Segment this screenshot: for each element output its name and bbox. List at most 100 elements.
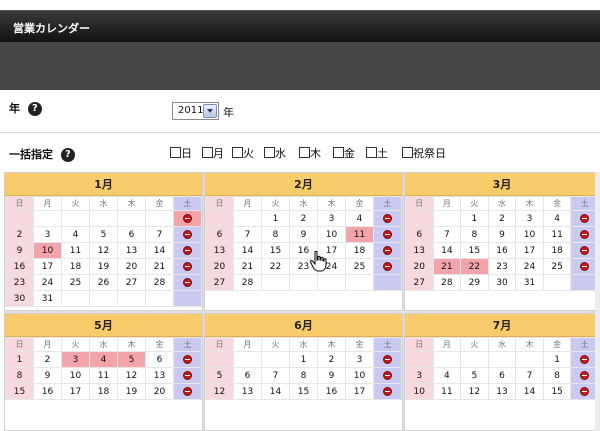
calendar-day[interactable]: 26 (89, 274, 118, 291)
calendar-day[interactable]: 6 (487, 367, 517, 384)
bulk-day-checkbox[interactable]: 祝祭日 (402, 145, 446, 161)
calendar-day[interactable]: 5 (205, 367, 234, 384)
calendar-day[interactable] (373, 367, 402, 384)
calendar-day[interactable]: 1 (542, 351, 572, 368)
calendar-day[interactable]: 12 (460, 383, 489, 400)
calendar-day[interactable]: 10 (515, 226, 544, 243)
calendar-day[interactable]: 13 (233, 383, 262, 400)
calendar-day[interactable]: 11 (432, 383, 462, 400)
calendar-day[interactable]: 14 (515, 383, 544, 400)
calendar-day[interactable]: 2 (317, 351, 346, 368)
calendar-day[interactable] (373, 351, 402, 368)
calendar-day[interactable]: 15 (542, 383, 572, 400)
calendar-day[interactable]: 17 (33, 258, 62, 275)
calendar-day[interactable] (173, 242, 202, 259)
checkbox[interactable] (202, 147, 213, 158)
calendar-day[interactable]: 20 (205, 258, 234, 275)
calendar-day[interactable]: 9 (289, 226, 318, 243)
calendar-day[interactable]: 13 (405, 242, 434, 259)
checkbox[interactable] (232, 147, 243, 158)
calendar-day[interactable]: 3 (405, 367, 434, 384)
bulk-day-checkbox[interactable]: 月 (202, 145, 224, 161)
calendar-day[interactable] (373, 383, 402, 400)
calendar-day[interactable]: 15 (261, 242, 290, 259)
calendar-day[interactable]: 14 (145, 242, 174, 259)
calendar-day[interactable]: 5 (117, 351, 146, 368)
calendar-day[interactable]: 18 (61, 258, 90, 275)
calendar-day[interactable]: 2 (33, 351, 62, 368)
year-select[interactable]: 2011 (172, 102, 219, 120)
calendar-day[interactable]: 12 (117, 367, 146, 384)
calendar-day[interactable]: 4 (542, 210, 572, 227)
calendar-day[interactable]: 30 (5, 290, 34, 307)
calendar-day[interactable] (173, 274, 202, 291)
calendar-day[interactable]: 3 (61, 351, 90, 368)
calendar-day[interactable]: 19 (89, 258, 118, 275)
calendar-day[interactable]: 11 (89, 367, 118, 384)
calendar-day[interactable]: 23 (487, 258, 517, 275)
calendar-day[interactable]: 13 (205, 242, 234, 259)
calendar-day[interactable]: 8 (289, 367, 318, 384)
checkbox[interactable] (299, 147, 310, 158)
calendar-day[interactable] (173, 351, 202, 368)
calendar-day[interactable]: 4 (345, 210, 374, 227)
calendar-day[interactable]: 1 (5, 351, 34, 368)
calendar-day[interactable]: 3 (33, 226, 62, 243)
calendar-day[interactable]: 16 (33, 383, 62, 400)
calendar-day[interactable]: 27 (405, 274, 434, 291)
help-icon[interactable]: ? (60, 148, 75, 162)
calendar-day[interactable]: 18 (542, 242, 572, 259)
calendar-day[interactable]: 6 (405, 226, 434, 243)
calendar-day[interactable]: 27 (205, 274, 234, 291)
calendar-day[interactable]: 28 (145, 274, 174, 291)
calendar-day[interactable]: 20 (145, 383, 174, 400)
calendar-day[interactable]: 14 (233, 242, 262, 259)
calendar-day[interactable] (373, 210, 402, 227)
calendar-day[interactable]: 21 (233, 258, 262, 275)
calendar-day[interactable]: 14 (261, 383, 290, 400)
calendar-day[interactable]: 18 (89, 383, 118, 400)
checkbox[interactable] (170, 147, 181, 158)
calendar-day[interactable]: 31 (515, 274, 544, 291)
calendar-day[interactable]: 8 (542, 367, 572, 384)
calendar-day[interactable]: 25 (345, 258, 374, 275)
calendar-day[interactable]: 21 (432, 258, 462, 275)
calendar-day[interactable]: 20 (117, 258, 146, 275)
calendar-day[interactable]: 3 (345, 351, 374, 368)
calendar-day[interactable]: 17 (345, 383, 374, 400)
calendar-day[interactable] (173, 226, 202, 243)
calendar-day[interactable]: 10 (317, 226, 346, 243)
calendar-day[interactable]: 18 (345, 242, 374, 259)
calendar-day[interactable]: 4 (89, 351, 118, 368)
calendar-day[interactable]: 22 (261, 258, 290, 275)
calendar-day[interactable]: 9 (33, 367, 62, 384)
calendar-day[interactable]: 8 (5, 367, 34, 384)
calendar-day[interactable]: 25 (542, 258, 572, 275)
calendar-day[interactable]: 9 (487, 226, 517, 243)
calendar-day[interactable]: 17 (515, 242, 544, 259)
calendar-day[interactable]: 24 (515, 258, 544, 275)
calendar-day[interactable]: 11 (542, 226, 572, 243)
calendar-day[interactable]: 3 (515, 210, 544, 227)
calendar-day[interactable]: 10 (345, 367, 374, 384)
calendar-day[interactable]: 29 (460, 274, 489, 291)
calendar-day[interactable]: 12 (89, 242, 118, 259)
calendar-day[interactable]: 6 (205, 226, 234, 243)
calendar-day[interactable]: 7 (145, 226, 174, 243)
calendar-day[interactable] (373, 242, 402, 259)
calendar-day[interactable]: 20 (405, 258, 434, 275)
calendar-day[interactable]: 7 (233, 226, 262, 243)
calendar-day[interactable]: 12 (205, 383, 234, 400)
calendar-day[interactable]: 1 (460, 210, 489, 227)
calendar-day[interactable]: 1 (289, 351, 318, 368)
bulk-day-checkbox[interactable]: 金 (333, 145, 355, 161)
calendar-day[interactable]: 1 (261, 210, 290, 227)
calendar-day[interactable] (173, 367, 202, 384)
calendar-day[interactable]: 31 (33, 290, 62, 307)
calendar-day[interactable]: 4 (61, 226, 90, 243)
help-icon[interactable]: ? (27, 102, 42, 116)
calendar-day[interactable]: 6 (117, 226, 146, 243)
calendar-day[interactable]: 2 (289, 210, 318, 227)
bulk-day-checkbox[interactable]: 火 (232, 145, 254, 161)
bulk-day-checkbox[interactable]: 水 (264, 145, 286, 161)
